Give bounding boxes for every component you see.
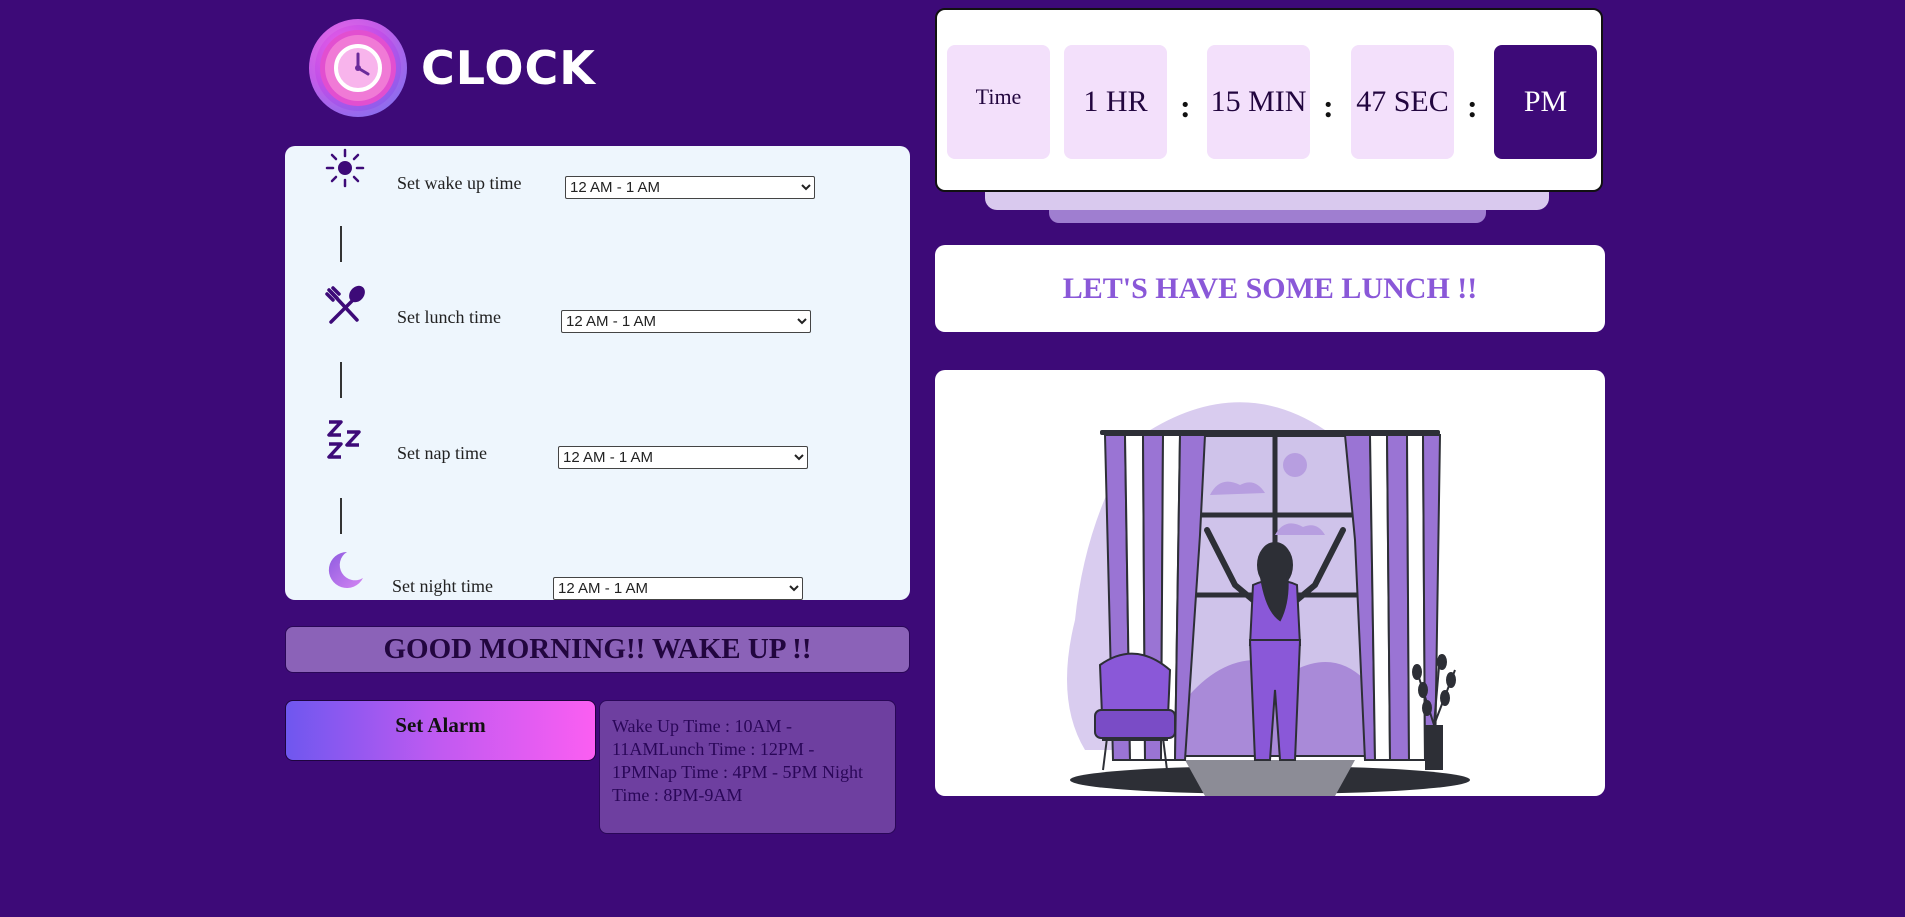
wake-up-row: Set wake up time 12 AM - 1 AM [285,148,910,199]
wake-up-label: Set wake up time [397,173,522,193]
set-alarm-button[interactable]: Set Alarm [285,700,596,761]
lunch-select[interactable]: 12 AM - 1 AM [561,310,811,333]
zzz-sleep-icon [327,420,361,459]
clock-separator: : [1323,88,1334,124]
moon-icon [328,551,363,588]
app-logo: CLOCK [309,19,596,117]
night-label: Set night time [392,576,493,596]
schedule-summary: Wake Up Time : 10AM - 11AMLunch Time : 1… [599,700,896,834]
clock-logo-icon [309,19,407,117]
fork-spoon-icon [325,285,365,324]
schedule-panel: Set wake up time 12 AM - 1 AM Set lunch … [285,146,910,600]
lunch-label: Set lunch time [397,307,501,327]
clock-ampm: PM [1494,45,1597,159]
clock-separator: : [1180,88,1191,124]
night-row: Set night time 12 AM - 1 AM [285,548,910,600]
timeline-divider [340,362,342,398]
clock-minutes: 15 MIN [1207,45,1310,159]
nap-select[interactable]: 12 AM - 1 AM [558,446,808,469]
clock-seconds: 47 SEC [1351,45,1454,159]
timeline-divider [340,498,342,534]
woman-opening-curtains-illustration [1067,402,1470,796]
digital-clock: Time 1 HR : 15 MIN : 47 SEC : PM [935,8,1603,192]
nap-row: Set nap time 12 AM - 1 AM [285,418,910,469]
lunch-row: Set lunch time 12 AM - 1 AM [285,284,910,334]
wake-up-select[interactable]: 12 AM - 1 AM [565,176,815,199]
greeting-banner: GOOD MORNING!! WAKE UP !! [285,626,910,673]
app-title: CLOCK [421,41,596,95]
clock-label: Time [947,45,1050,159]
illustration-card [935,370,1605,796]
timeline-divider [340,226,342,262]
clock-separator: : [1467,88,1478,124]
sun-icon [325,148,365,188]
clock-hours: 1 HR [1064,45,1167,159]
night-select[interactable]: 12 AM - 1 AM [553,577,803,600]
time-message: LET'S HAVE SOME LUNCH !! [935,245,1605,332]
nap-label: Set nap time [397,443,487,463]
